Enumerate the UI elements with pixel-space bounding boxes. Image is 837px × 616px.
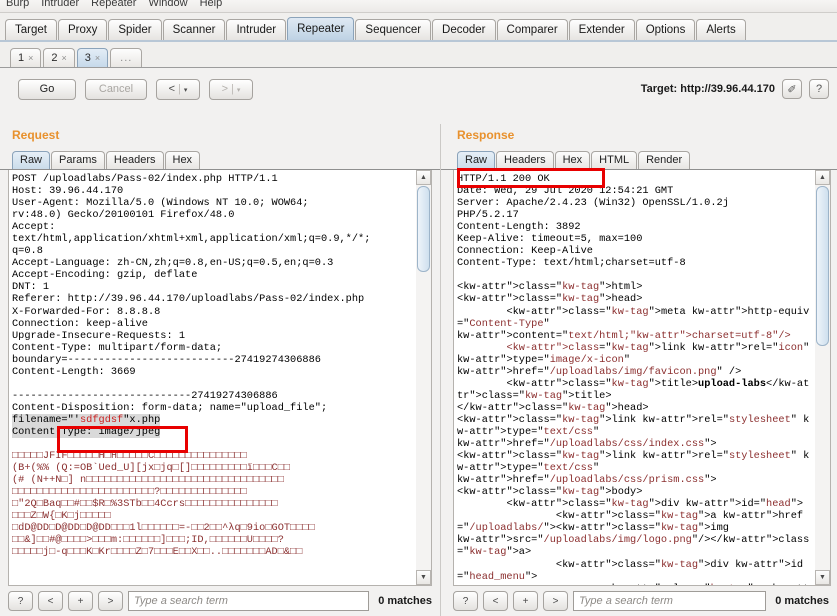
- menu-bar: Burp Intruder Repeater Window Help: [0, 0, 837, 13]
- back-arrow-icon: <: [168, 83, 176, 95]
- repeater-tab-3-label: 3: [84, 52, 91, 64]
- scroll-down-icon[interactable]: ▼: [416, 570, 431, 585]
- tab-repeater[interactable]: Repeater: [287, 17, 355, 40]
- response-editor[interactable]: HTTP/1.1 200 OK Date: Wed, 29 Jul 2020 1…: [454, 170, 815, 585]
- response-tab-hex[interactable]: Hex: [554, 151, 591, 169]
- search-help-button[interactable]: ?: [453, 591, 478, 611]
- scroll-up-icon[interactable]: ▲: [416, 170, 431, 185]
- request-tab-strip: Raw Params Headers Hex: [0, 146, 440, 170]
- menu-item-help[interactable]: Help: [200, 0, 223, 9]
- scroll-down-icon[interactable]: ▼: [815, 570, 830, 585]
- help-icon[interactable]: ?: [809, 79, 829, 99]
- response-search-input[interactable]: Type a search term: [573, 591, 767, 611]
- request-scrollbar[interactable]: ▲ ▼: [416, 170, 431, 585]
- menu-item-burp[interactable]: Burp: [6, 0, 29, 9]
- request-tab-params[interactable]: Params: [51, 151, 105, 169]
- chevron-down-icon[interactable]: ▾: [237, 86, 241, 94]
- response-tab-render[interactable]: Render: [638, 151, 691, 169]
- tab-proxy[interactable]: Proxy: [57, 19, 108, 40]
- repeater-tab-1[interactable]: 1 ×: [10, 48, 42, 67]
- response-pane: Response Raw Headers Hex HTML Render HTT…: [440, 124, 837, 616]
- search-add-button[interactable]: +: [68, 591, 93, 611]
- response-tab-headers[interactable]: Headers: [496, 151, 554, 169]
- request-pane: Request Raw Params Headers Hex POST /upl…: [0, 124, 440, 616]
- menu-item-repeater[interactable]: Repeater: [91, 0, 136, 9]
- close-icon[interactable]: ×: [28, 53, 33, 63]
- search-next-button[interactable]: >: [98, 591, 123, 611]
- tab-extender[interactable]: Extender: [568, 19, 635, 40]
- menu-item-window[interactable]: Window: [148, 0, 187, 9]
- tab-options[interactable]: Options: [635, 19, 696, 40]
- target-label: Target: http://39.96.44.170: [640, 83, 775, 95]
- tab-decoder[interactable]: Decoder: [432, 19, 496, 40]
- request-match-count: 0 matches: [378, 595, 432, 607]
- pencil-icon[interactable]: ✐: [782, 79, 802, 99]
- request-tab-raw[interactable]: Raw: [12, 151, 51, 169]
- request-tab-hex[interactable]: Hex: [164, 151, 201, 169]
- menu-item-intruder[interactable]: Intruder: [41, 0, 79, 9]
- repeater-tab-3[interactable]: 3 ×: [76, 48, 109, 67]
- repeater-tab-2-label: 2: [51, 52, 58, 64]
- repeater-toolbar: Go Cancel < | ▾ > | ▾ Target: http://39.…: [0, 68, 837, 110]
- tab-spider[interactable]: Spider: [108, 19, 162, 40]
- forward-arrow-icon: >: [221, 83, 229, 95]
- burp-suite-window: Burp Intruder Repeater Window Help Targe…: [0, 0, 837, 616]
- repeater-tab-strip: 1 × 2 × 3 × ...: [0, 42, 837, 68]
- repeater-tab-new[interactable]: ...: [110, 48, 143, 67]
- scroll-thumb[interactable]: [417, 186, 430, 272]
- tab-intruder[interactable]: Intruder: [226, 19, 287, 40]
- target-area: Target: http://39.96.44.170 ✐ ?: [641, 79, 829, 99]
- chevron-down-icon[interactable]: ▾: [184, 86, 188, 94]
- request-title: Request: [0, 124, 440, 146]
- pane-divider[interactable]: [440, 124, 441, 616]
- search-next-button[interactable]: >: [543, 591, 568, 611]
- editor-panes: Request Raw Params Headers Hex POST /upl…: [0, 124, 837, 616]
- close-icon[interactable]: ×: [95, 53, 100, 63]
- search-help-button[interactable]: ?: [8, 591, 33, 611]
- separator-icon: |: [231, 83, 234, 95]
- main-tab-strip: Target Proxy Spider Scanner Intruder Rep…: [0, 13, 837, 42]
- search-add-button[interactable]: +: [513, 591, 538, 611]
- search-prev-button[interactable]: <: [483, 591, 508, 611]
- response-tab-raw[interactable]: Raw: [457, 151, 496, 169]
- tab-sequencer[interactable]: Sequencer: [355, 19, 432, 40]
- response-search-bar: ? < + > Type a search term 0 matches: [440, 586, 837, 616]
- response-editor-wrap: HTTP/1.1 200 OK Date: Wed, 29 Jul 2020 1…: [453, 170, 831, 586]
- scroll-up-icon[interactable]: ▲: [815, 170, 830, 185]
- response-title: Response: [440, 124, 837, 146]
- close-icon[interactable]: ×: [62, 53, 67, 63]
- scroll-thumb[interactable]: [816, 186, 829, 346]
- search-prev-button[interactable]: <: [38, 591, 63, 611]
- response-scrollbar[interactable]: ▲ ▼: [815, 170, 830, 585]
- tab-target[interactable]: Target: [5, 19, 57, 40]
- back-button[interactable]: < | ▾: [156, 78, 200, 100]
- request-editor-wrap: POST /uploadlabs/Pass-02/index.php HTTP/…: [8, 170, 432, 586]
- forward-button[interactable]: > | ▾: [209, 78, 253, 100]
- request-tab-headers[interactable]: Headers: [105, 151, 164, 169]
- repeater-tab-2[interactable]: 2 ×: [43, 48, 75, 67]
- response-tab-html[interactable]: HTML: [591, 151, 638, 169]
- tab-alerts[interactable]: Alerts: [696, 19, 746, 40]
- tab-comparer[interactable]: Comparer: [496, 19, 568, 40]
- separator-icon: |: [178, 83, 181, 95]
- response-match-count: 0 matches: [775, 595, 829, 607]
- request-search-input[interactable]: Type a search term: [128, 591, 370, 611]
- request-editor[interactable]: POST /uploadlabs/Pass-02/index.php HTTP/…: [9, 170, 416, 585]
- request-search-bar: ? < + > Type a search term 0 matches: [0, 586, 440, 616]
- response-tab-strip: Raw Headers Hex HTML Render: [440, 146, 837, 170]
- repeater-tab-1-label: 1: [18, 52, 25, 64]
- tab-scanner[interactable]: Scanner: [162, 19, 226, 40]
- go-button[interactable]: Go: [18, 78, 76, 100]
- cancel-button[interactable]: Cancel: [85, 78, 147, 100]
